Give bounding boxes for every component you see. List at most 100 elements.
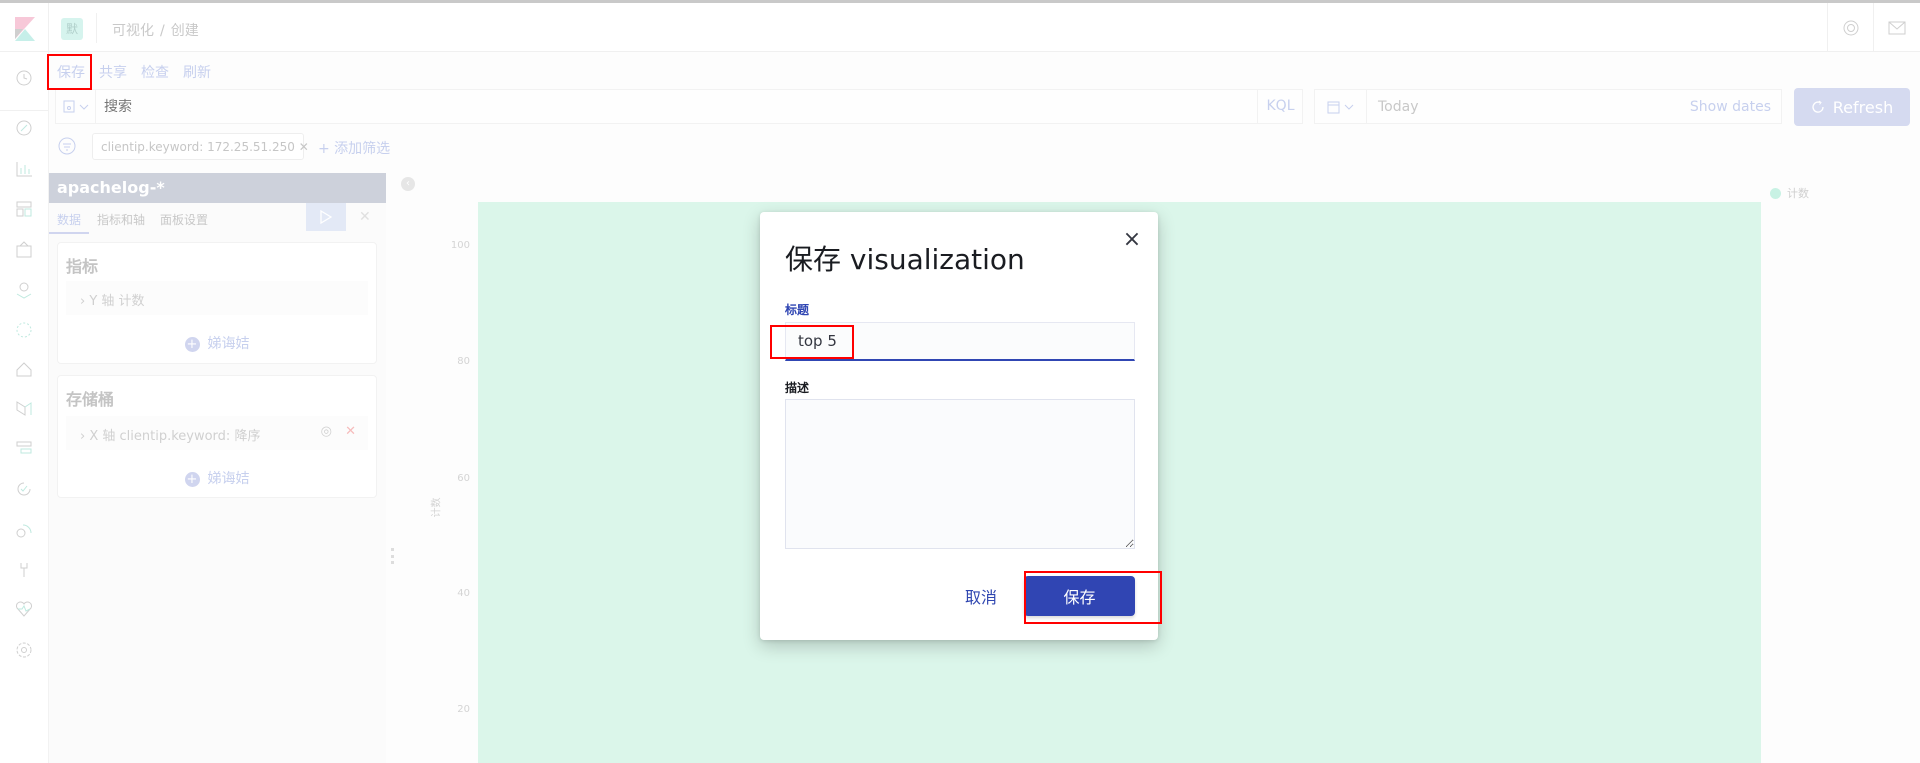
cancel-button[interactable]: 取消 <box>965 584 997 608</box>
metric-row-label: Y 轴 计数 <box>89 294 145 309</box>
metrics-title: 指标 <box>66 257 99 276</box>
divider <box>96 13 97 43</box>
plus-circle-icon: + <box>184 472 200 487</box>
ml-icon[interactable] <box>15 321 33 339</box>
add-metric-button[interactable]: + 娣诲姞 <box>58 333 376 353</box>
legend-label: 计数 <box>1787 187 1809 200</box>
maps-icon[interactable] <box>15 281 33 299</box>
refresh-icon <box>1812 100 1824 113</box>
filter-options-icon[interactable] <box>58 137 76 155</box>
collapse-sidebar-icon[interactable]: ‹ <box>401 177 415 191</box>
inspect-menu-link[interactable]: 检查 <box>141 65 169 81</box>
divider <box>48 3 49 52</box>
tab-metrics-axes[interactable]: 指标和轴 <box>97 211 145 228</box>
buckets-card: 存储桶 › X 轴 clientip.keyword: 降序 ◎ ✕ + 娣诲姞 <box>57 375 377 498</box>
y-tick: 80 <box>457 356 470 367</box>
chart-legend-item[interactable]: 计数 <box>1770 185 1809 201</box>
title-input[interactable] <box>785 322 1135 361</box>
tab-data[interactable]: 数据 <box>57 211 81 228</box>
add-bucket-button[interactable]: + 娣诲姞 <box>58 468 376 488</box>
refresh-button[interactable]: Refresh <box>1794 88 1910 126</box>
management-gear-icon[interactable] <box>15 641 33 659</box>
breadcrumb-separator: / <box>160 23 165 39</box>
infrastructure-icon[interactable] <box>15 360 33 378</box>
tab-panel-settings[interactable]: 面板设置 <box>160 211 208 228</box>
uptime-icon[interactable] <box>15 480 33 498</box>
newsfeed-button[interactable] <box>1873 3 1920 52</box>
save-visualization-modal: 保存 visualization × 标题 描述 取消 保存 <box>760 212 1158 640</box>
remove-filter-icon[interactable]: ✕ <box>299 140 309 154</box>
visualize-icon[interactable] <box>15 160 33 178</box>
kibana-logo-icon[interactable] <box>15 17 35 41</box>
y-axis-label: 计数 <box>431 497 443 518</box>
remove-bucket-icon[interactable]: ✕ <box>345 424 356 439</box>
confirm-save-button[interactable]: 保存 <box>1024 576 1135 616</box>
bucket-row-label: X 轴 clientip.keyword: 降序 <box>89 429 261 444</box>
filter-pill[interactable]: clientip.keyword: 172.25.51.250 ✕ <box>92 133 309 160</box>
add-bucket-label: 娣诲姞 <box>207 471 250 487</box>
show-dates-link[interactable]: Show dates <box>1690 99 1771 115</box>
filter-pill-label: clientip.keyword: 172.25.51.250 <box>101 140 295 154</box>
top-nav-menu: 保存 共享 检查 刷新 <box>57 62 225 82</box>
close-icon[interactable]: × <box>1122 229 1142 251</box>
add-metric-label: 娣诲姞 <box>207 336 250 352</box>
help-button[interactable] <box>1827 3 1873 52</box>
share-menu-link[interactable]: 共享 <box>99 65 127 81</box>
save-disk-icon <box>63 100 74 113</box>
dev-tools-icon[interactable] <box>15 561 33 579</box>
query-bar: KQL <box>55 89 1303 124</box>
description-textarea[interactable] <box>785 399 1135 549</box>
play-icon <box>320 210 332 224</box>
y-tick: 100 <box>450 240 470 251</box>
title-label: 标题 <box>785 303 810 317</box>
description-label: 描述 <box>785 381 810 395</box>
discover-compass-icon[interactable] <box>15 119 33 137</box>
search-input[interactable] <box>104 96 1204 118</box>
recent-clock-icon[interactable] <box>15 69 33 87</box>
kql-toggle[interactable]: KQL <box>1257 90 1303 123</box>
active-tab-indicator <box>49 232 89 234</box>
divider <box>0 110 48 111</box>
help-icon <box>1843 20 1858 35</box>
y-tick: 20 <box>457 704 470 715</box>
space-avatar[interactable]: 默 <box>61 18 83 40</box>
plus-circle-icon: + <box>184 337 200 352</box>
mail-icon <box>1888 21 1906 34</box>
apply-changes-button[interactable] <box>306 203 346 231</box>
chevron-down-icon <box>1344 104 1354 110</box>
logs-icon[interactable] <box>15 399 33 417</box>
saved-query-button[interactable] <box>56 90 96 123</box>
refresh-menu-link[interactable]: 刷新 <box>183 65 211 81</box>
editor-tabs: 数据 指标和轴 面板设置 ✕ <box>49 203 386 234</box>
save-menu-link[interactable]: 保存 <box>57 65 85 81</box>
canvas-icon[interactable] <box>15 241 33 259</box>
monitoring-heart-icon[interactable] <box>15 600 33 618</box>
y-tick: 60 <box>457 473 470 484</box>
left-nav <box>0 52 49 763</box>
breadcrumb-create: 创建 <box>170 23 199 39</box>
buckets-title: 存储桶 <box>66 390 115 409</box>
toggle-visibility-eye-icon[interactable]: ◎ <box>321 424 332 439</box>
modal-title: 保存 visualization <box>785 243 1025 276</box>
date-picker: Today Show dates <box>1314 89 1782 124</box>
refresh-label: Refresh <box>1832 97 1894 117</box>
apm-icon[interactable] <box>15 440 33 458</box>
date-range-text[interactable]: Today <box>1378 99 1419 115</box>
legend-dot <box>1770 187 1781 199</box>
discard-changes-icon[interactable]: ✕ <box>359 209 371 225</box>
breadcrumb-visualize[interactable]: 可视化 <box>112 23 154 39</box>
chevron-down-icon <box>79 104 88 110</box>
breadcrumb: 可视化 / 创建 <box>112 20 205 40</box>
index-pattern-title: apachelog-* <box>49 173 386 203</box>
siem-icon[interactable] <box>15 521 33 539</box>
add-filter-button[interactable]: + 添加筛选 <box>318 138 390 158</box>
metrics-card: 指标 › Y 轴 计数 + 娣诲姞 <box>57 242 377 364</box>
sidebar-resize-handle[interactable] <box>391 548 394 564</box>
y-tick: 40 <box>457 588 470 599</box>
calendar-icon <box>1327 101 1340 113</box>
metric-row-y-axis[interactable]: › Y 轴 计数 <box>66 281 368 315</box>
dashboard-icon[interactable] <box>15 200 33 218</box>
top-header: 默 可视化 / 创建 <box>0 3 1920 52</box>
bucket-row-x-axis[interactable]: › X 轴 clientip.keyword: 降序 ◎ ✕ <box>66 416 368 450</box>
quick-select-button[interactable] <box>1315 90 1367 123</box>
